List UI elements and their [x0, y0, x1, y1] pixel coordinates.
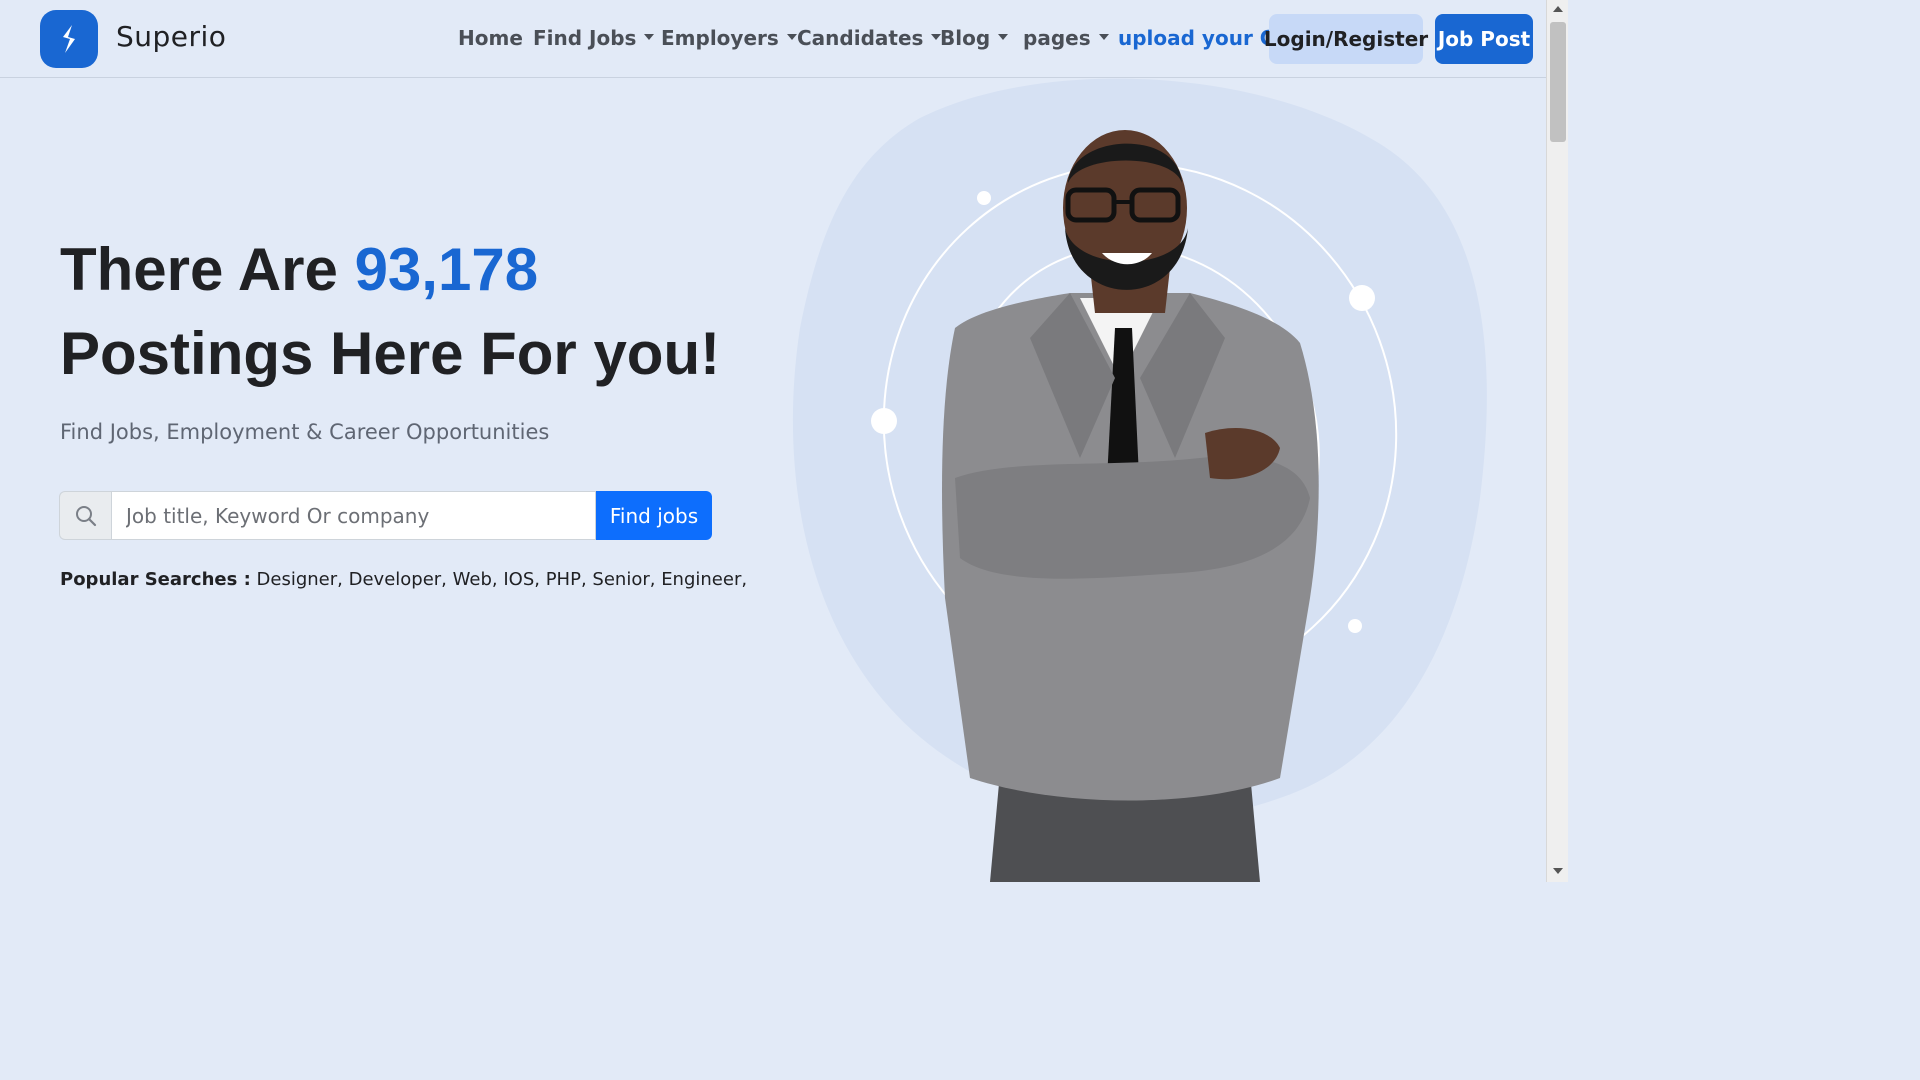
- nav-blog-label: Blog: [940, 26, 991, 50]
- popular-tag-senior[interactable]: Senior,: [592, 569, 655, 590]
- hero-headline: There Are 93,178 Postings Here For you!: [60, 228, 720, 396]
- job-post-button[interactable]: Job Post: [1435, 14, 1533, 64]
- scroll-down-arrow-icon[interactable]: [1553, 868, 1563, 874]
- caret-down-icon: [786, 33, 797, 40]
- scroll-up-arrow-icon[interactable]: [1553, 6, 1563, 12]
- popular-tag-developer[interactable]: Developer,: [349, 569, 447, 590]
- find-jobs-button[interactable]: Find jobs: [596, 491, 712, 540]
- headline-prefix: There Are: [60, 236, 355, 303]
- brand-name[interactable]: Superio: [116, 20, 226, 53]
- nav-pages-label: pages: [1023, 26, 1091, 50]
- job-search-input[interactable]: [111, 491, 596, 540]
- logo-s-glyph-icon: [63, 25, 75, 53]
- job-count: 93,178: [354, 236, 539, 303]
- popular-searches: Popular Searches : Designer, Developer, …: [60, 569, 747, 590]
- search-icon: [75, 505, 96, 526]
- orbit-dot: [1349, 285, 1375, 311]
- hero-subtitle: Find Jobs, Employment & Career Opportuni…: [60, 420, 550, 444]
- nav-blog[interactable]: Blog: [940, 26, 1009, 50]
- popular-searches-label: Popular Searches :: [60, 569, 251, 590]
- nav-employers[interactable]: Employers: [661, 26, 797, 50]
- caret-down-icon: [644, 33, 655, 40]
- popular-tag-ios[interactable]: IOS,: [503, 569, 540, 590]
- page-scrollbar[interactable]: [1546, 0, 1568, 882]
- search-icon-addon: [59, 491, 111, 540]
- popular-tag-designer[interactable]: Designer,: [257, 569, 343, 590]
- orbit-dot: [871, 408, 897, 434]
- nav-candidates[interactable]: Candidates: [797, 26, 942, 50]
- popular-tag-engineer[interactable]: Engineer,: [661, 569, 747, 590]
- nav-home-label: Home: [458, 26, 523, 50]
- nav-find-jobs[interactable]: Find Jobs: [533, 26, 655, 50]
- nav-pages[interactable]: pages: [1023, 26, 1109, 50]
- top-navbar: Superio Home Find Jobs Employers Candida…: [0, 0, 1546, 78]
- nav-employers-label: Employers: [661, 26, 779, 50]
- headline-line-2: Postings Here For you!: [60, 320, 721, 387]
- nav-candidates-label: Candidates: [797, 26, 924, 50]
- nav-find-jobs-label: Find Jobs: [533, 26, 637, 50]
- job-search-form: Find jobs: [59, 491, 712, 540]
- headline-line-1: There Are 93,178: [60, 228, 720, 312]
- orbit-dot: [1348, 619, 1362, 633]
- hero-illustration: [792, 78, 1487, 882]
- caret-down-icon: [1098, 33, 1109, 40]
- login-register-button[interactable]: Login/Register: [1264, 14, 1428, 64]
- popular-tag-php[interactable]: PHP,: [546, 569, 587, 590]
- nav-home[interactable]: Home: [458, 26, 523, 50]
- popular-tag-web[interactable]: Web,: [453, 569, 498, 590]
- orbit-dot: [977, 191, 991, 205]
- superio-logo-icon[interactable]: [40, 10, 98, 68]
- caret-down-icon: [998, 33, 1009, 40]
- scrollbar-thumb[interactable]: [1550, 22, 1566, 142]
